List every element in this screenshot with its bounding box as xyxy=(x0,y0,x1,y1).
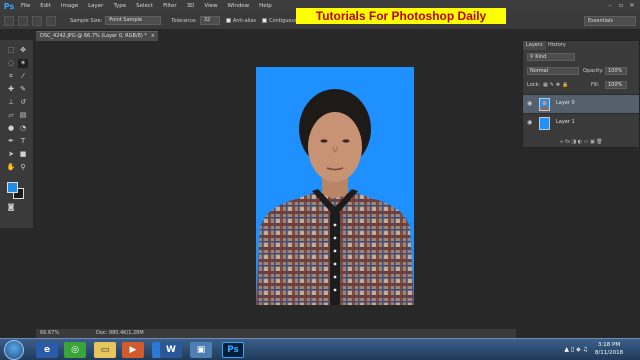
lasso-tool-icon[interactable]: ◌ xyxy=(6,59,16,68)
menu-edit[interactable]: Edit xyxy=(35,3,56,9)
minimize-icon[interactable]: – xyxy=(606,2,614,9)
brush-tool-icon[interactable]: ✎ xyxy=(18,85,28,94)
new-selection-icon[interactable] xyxy=(18,15,28,26)
path-selection-icon[interactable]: ➤ xyxy=(6,150,16,159)
windows-taskbar: e ◎ ▭ ▶ ◈ W ▣ Ps ▲ ▯ ◈ ♫ 3:18 PM 8/11/20… xyxy=(0,338,640,360)
fill-input[interactable]: 100% xyxy=(605,81,627,89)
pen-tool-icon[interactable]: ✒ xyxy=(6,137,16,146)
tutorial-overlay-title: Tutorials For Photoshop Daily xyxy=(296,8,506,24)
menu-select[interactable]: Select xyxy=(131,3,158,9)
tools-panel: ⬚ ✥ ◌ ✶ ⌗ ⁄ ✚ ✎ ⊥ ↺ ▱ ▤ ● ◔ ✒ T ➤ ■ ✋ ⚲ … xyxy=(0,40,34,228)
tolerance-input[interactable]: 32 xyxy=(199,16,220,25)
menu-file[interactable]: File xyxy=(16,3,35,9)
menu-3d[interactable]: 3D xyxy=(182,3,200,9)
menu-filter[interactable]: Filter xyxy=(158,3,182,9)
visibility-eye-icon[interactable]: ◉ xyxy=(527,100,534,107)
document-tab-title: DSC_4242.JPG @ 66.7% (Layer 0, RGB/8) * xyxy=(40,33,147,39)
internet-explorer-icon[interactable]: e xyxy=(36,342,58,358)
foreground-color-swatch[interactable] xyxy=(7,182,18,193)
workspace-select[interactable]: Essentials xyxy=(584,16,636,26)
close-icon[interactable]: ✕ xyxy=(628,2,636,9)
visibility-eye-icon[interactable]: ◉ xyxy=(527,119,534,126)
sample-size-select[interactable]: Point Sample xyxy=(105,16,162,25)
tab-history[interactable]: History xyxy=(545,41,569,50)
marquee-tool-icon[interactable]: ⬚ xyxy=(6,46,16,55)
menu-view[interactable]: View xyxy=(199,3,222,9)
gradient-tool-icon[interactable]: ▤ xyxy=(18,111,28,120)
chrome-icon[interactable]: ◎ xyxy=(64,342,86,358)
tolerance-label: Tolerance: xyxy=(171,17,197,24)
document-size: Doc: 980.4K/1.28M xyxy=(96,330,144,336)
blend-mode-select[interactable]: Normal xyxy=(527,67,579,75)
sample-size-label: Sample Size: xyxy=(70,17,103,24)
blur-tool-icon[interactable]: ● xyxy=(6,124,16,133)
eyedropper-preset-icon[interactable] xyxy=(4,15,14,26)
layer-row[interactable]: ◉ Layer 1 xyxy=(523,113,639,132)
document-tab[interactable]: DSC_4242.JPG @ 66.7% (Layer 0, RGB/8) * … xyxy=(36,31,158,41)
eyedropper-tool-icon[interactable]: ⁄ xyxy=(18,72,28,81)
layer-thumbnail-portrait xyxy=(540,100,549,110)
photoshop-taskbar-icon[interactable]: Ps xyxy=(222,342,244,358)
opacity-input[interactable]: 100% xyxy=(605,67,627,75)
clock-date: 8/11/2018 xyxy=(594,350,624,356)
anti-alias-label: Anti-alias xyxy=(232,17,257,24)
portrait-illustration xyxy=(256,89,414,305)
menu-image[interactable]: Image xyxy=(56,3,83,9)
clone-stamp-icon[interactable]: ⊥ xyxy=(6,98,16,107)
add-selection-icon[interactable] xyxy=(32,15,42,26)
menu-type[interactable]: Type xyxy=(108,3,131,9)
word-icon[interactable]: W xyxy=(160,342,182,358)
dodge-tool-icon[interactable]: ◔ xyxy=(18,124,28,133)
opacity-label: Opacity: xyxy=(583,68,604,74)
layer-kind-filter[interactable]: ⚲ Kind xyxy=(527,53,575,61)
lock-icons[interactable]: ▦✎✥🔒 xyxy=(543,82,570,88)
start-button[interactable] xyxy=(4,340,24,360)
hand-tool-icon[interactable]: ✋ xyxy=(6,163,16,172)
anti-alias-checkbox[interactable] xyxy=(225,18,231,23)
move-tool-icon[interactable]: ✥ xyxy=(18,46,28,55)
shape-tool-icon[interactable]: ■ xyxy=(18,150,28,159)
history-brush-icon[interactable]: ↺ xyxy=(18,98,28,107)
close-document-icon[interactable]: × xyxy=(151,32,155,41)
menu-layer[interactable]: Layer xyxy=(83,3,108,9)
contiguous-label: Contiguous xyxy=(269,17,298,24)
healing-brush-icon[interactable]: ✚ xyxy=(6,85,16,94)
layer-thumbnail xyxy=(539,98,550,111)
status-bar: 66.67% Doc: 980.4K/1.28M xyxy=(36,329,516,338)
subtract-selection-icon[interactable] xyxy=(46,15,56,26)
layer-name[interactable]: Layer 0 xyxy=(556,100,575,106)
fill-label: Fill: xyxy=(591,82,600,88)
layer-thumbnail xyxy=(539,117,550,130)
tab-layers[interactable]: Layers xyxy=(523,41,546,50)
layer-name[interactable]: Layer 1 xyxy=(556,119,575,125)
window-icon[interactable]: ▣ xyxy=(190,342,212,358)
crop-tool-icon[interactable]: ⌗ xyxy=(6,72,16,81)
zoom-level[interactable]: 66.67% xyxy=(40,329,59,338)
layers-footer-icons[interactable]: ∞ fx ◨ ◐ ▭ ▣ 🗑 xyxy=(523,137,639,147)
system-tray-icons[interactable]: ▲ ▯ ◈ ♫ xyxy=(564,346,588,353)
photoshop-logo: Ps xyxy=(3,1,15,11)
contiguous-checkbox[interactable] xyxy=(262,18,268,23)
maximize-icon[interactable]: ▫ xyxy=(617,2,625,9)
menu-help[interactable]: Help xyxy=(254,3,277,9)
eraser-tool-icon[interactable]: ▱ xyxy=(6,111,16,120)
layers-panel: Layers History ⚲ Kind Normal Opacity: 10… xyxy=(522,40,640,148)
lock-label: Lock: xyxy=(527,82,541,88)
type-tool-icon[interactable]: T xyxy=(18,137,28,146)
zoom-tool-icon[interactable]: ⚲ xyxy=(18,163,28,172)
folder-icon[interactable]: ▭ xyxy=(94,342,116,358)
portrait-photo[interactable] xyxy=(256,67,414,305)
magic-wand-tool-icon[interactable]: ✶ xyxy=(18,59,28,68)
clock-time: 3:18 PM xyxy=(597,342,621,348)
clock[interactable]: 3:18 PM 8/11/2018 xyxy=(592,341,626,357)
kind-filter-label: Kind xyxy=(535,54,547,60)
menu-window[interactable]: Window xyxy=(222,3,254,9)
layer-row[interactable]: ◉ Layer 0 xyxy=(523,94,639,113)
quick-mask-icon[interactable]: ◙ xyxy=(6,203,16,212)
media-player-icon[interactable]: ▶ xyxy=(122,342,144,358)
